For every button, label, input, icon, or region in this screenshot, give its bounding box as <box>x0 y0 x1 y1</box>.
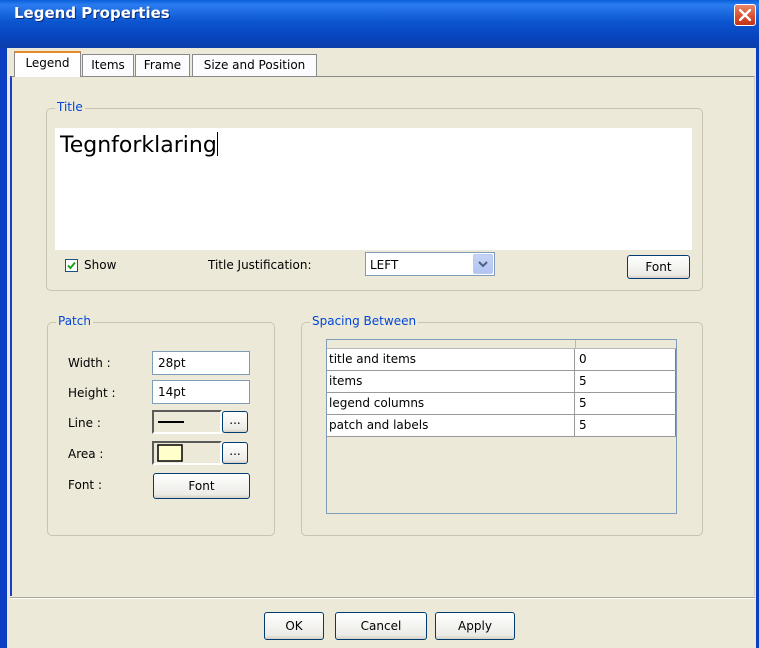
title-justification-label: Title Justification: <box>208 258 312 272</box>
spacing-value-cell[interactable]: 5 <box>576 415 676 436</box>
window-title: Legend Properties <box>14 4 170 22</box>
table-row[interactable]: items 5 <box>327 371 676 393</box>
checkmark-icon <box>67 261 76 270</box>
line-ellipsis-button[interactable]: ... <box>222 411 248 433</box>
spacing-value-cell[interactable]: 5 <box>576 393 676 414</box>
footer-separator <box>10 597 755 599</box>
show-label: Show <box>84 258 117 272</box>
spacing-name-cell: patch and labels <box>327 415 575 436</box>
area-symbol-icon <box>157 444 183 462</box>
tab-frame[interactable]: Frame <box>135 54 190 76</box>
height-label: Height : <box>68 386 116 400</box>
title-font-button[interactable]: Font <box>627 255 690 279</box>
width-label: Width : <box>68 356 111 370</box>
title-text-value: Tegnforklaring <box>60 133 217 158</box>
table-row[interactable]: title and items 0 <box>327 349 676 371</box>
spacing-table: title and items 0 items 5 legend columns… <box>326 339 677 514</box>
line-symbol-icon <box>158 421 184 423</box>
area-ellipsis-button[interactable]: ... <box>222 442 248 464</box>
height-field[interactable]: 14pt <box>152 380 250 404</box>
area-swatch[interactable] <box>152 441 222 465</box>
apply-button[interactable]: Apply <box>435 612 515 640</box>
ok-button[interactable]: OK <box>264 612 324 640</box>
window-frame-left <box>0 48 7 648</box>
close-button[interactable] <box>734 4 756 26</box>
area-label: Area : <box>68 447 104 461</box>
title-justification-value: LEFT <box>370 258 399 272</box>
spacing-table-header <box>327 340 676 349</box>
table-row[interactable]: patch and labels 5 <box>327 415 676 437</box>
spacing-value-cell[interactable]: 0 <box>576 349 676 370</box>
font-label: Font : <box>68 478 102 492</box>
close-icon <box>739 9 751 21</box>
show-checkbox[interactable] <box>65 259 78 272</box>
spacing-name-cell: items <box>327 371 575 392</box>
spacing-value-cell[interactable]: 5 <box>576 371 676 392</box>
tab-size-and-position[interactable]: Size and Position <box>192 54 317 76</box>
line-label: Line : <box>68 416 101 430</box>
patch-font-button[interactable]: Font <box>153 473 250 499</box>
title-group-label: Title <box>55 100 85 114</box>
dropdown-button[interactable] <box>473 254 493 274</box>
tab-legend[interactable]: Legend <box>14 51 81 77</box>
title-justification-select[interactable]: LEFT <box>365 252 495 276</box>
cancel-button[interactable]: Cancel <box>335 612 427 640</box>
title-bar[interactable]: Legend Properties <box>0 0 759 48</box>
legend-properties-dialog: Legend Properties Legend Items Frame Siz… <box>0 0 759 648</box>
line-swatch[interactable] <box>152 410 222 434</box>
title-text-area[interactable]: Tegnforklaring <box>55 128 692 250</box>
text-caret <box>216 132 218 156</box>
width-field[interactable]: 28pt <box>152 351 250 375</box>
patch-group-label: Patch <box>56 314 93 328</box>
tab-items[interactable]: Items <box>82 54 134 76</box>
spacing-between-label: Spacing Between <box>310 314 419 328</box>
table-row[interactable]: legend columns 5 <box>327 393 676 415</box>
chevron-down-icon <box>478 261 488 268</box>
spacing-name-cell: legend columns <box>327 393 575 414</box>
spacing-name-cell: title and items <box>327 349 575 370</box>
